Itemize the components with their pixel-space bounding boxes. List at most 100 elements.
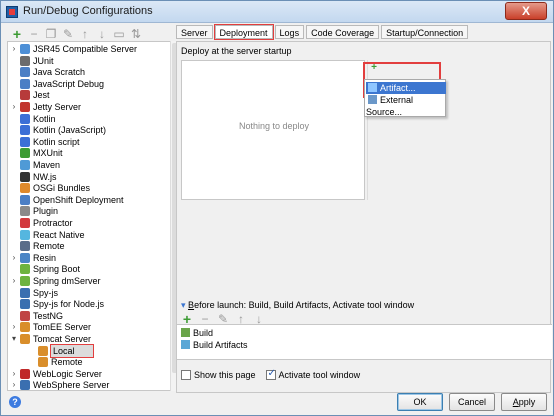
tomee-icon [20,322,30,333]
chevron-right-icon[interactable]: › [10,368,18,380]
tree-item[interactable]: OSGi Bundles [8,182,172,194]
copy-icon[interactable]: ❐ [45,28,57,40]
tab-code-coverage[interactable]: Code Coverage [306,25,380,39]
configurations-tree: › JSR45 Compatible Server JUnit Java Scratc… [7,41,173,391]
tree-item-label: OpenShift Deployment [33,194,124,205]
chevron-down-icon[interactable]: ▾ [10,333,18,345]
tree-item[interactable]: ▾ Tomcat Server [8,333,172,345]
sort-icon[interactable]: ⇅ [130,28,142,40]
tree-item[interactable]: › WebSphere Server [8,379,172,391]
tree-item[interactable]: › TomEE Server [8,321,172,333]
tree-item[interactable]: TestNG [8,310,172,322]
tree-item[interactable]: Jest [8,89,172,101]
tree-item-label: MXUnit [33,148,63,159]
before-launch-label: efore launch: Build, Build Artifacts, Ac… [194,300,415,310]
spring-boot-icon [20,264,30,275]
before-launch-header[interactable]: ▾ Before launch: Build, Build Artifacts,… [181,300,414,311]
show-page-checkbox-box[interactable] [181,369,191,380]
mxunit-icon [20,148,30,159]
popup-item[interactable]: Artifact... [366,82,446,94]
chevron-right-icon[interactable]: › [10,321,18,333]
chevron-right-icon[interactable]: › [10,275,18,287]
tree-item[interactable]: JUnit [8,55,172,67]
tab-deployment[interactable]: Deployment [213,24,274,40]
tomcat-icon [20,334,30,344]
server-icon [20,44,30,54]
tree-item[interactable]: Maven [8,159,172,171]
tab-startup-connection[interactable]: Startup/Connection [381,25,469,39]
tab-server[interactable]: Server [176,25,213,39]
chevron-right-icon[interactable]: › [10,43,18,55]
tree-item[interactable]: › JSR45 Compatible Server [8,43,172,55]
wrench-icon[interactable]: ✎ [62,28,74,40]
spyjs-node-icon [20,299,30,310]
tree-item[interactable]: Java Scratch [8,66,172,78]
tree-item-label: WebLogic Server [33,368,102,379]
popup-item[interactable]: External Source... [366,94,446,117]
tree-item-label: Maven [33,160,61,170]
cancel-button[interactable]: Cancel [449,393,495,411]
add-artifact-plus-icon[interactable]: + [369,63,379,73]
show-page-checkbox[interactable]: Show this page [181,369,256,381]
chevron-right-icon[interactable]: › [10,101,18,113]
tree-item[interactable]: Local [8,343,172,358]
help-icon[interactable]: ? [9,396,21,408]
activate-tool-checkbox-box[interactable] [265,368,276,380]
plus-icon[interactable]: + [11,27,23,41]
tree-item[interactable]: JavaScript Debug [8,78,172,90]
tree-item[interactable]: › Resin [8,252,172,264]
activate-tool-label: Activate tool window [278,370,361,380]
remote-icon [20,241,30,252]
apply-button[interactable]: Apply [501,393,547,411]
weblogic-icon [20,368,30,379]
minus-icon[interactable]: − [28,28,40,40]
tree-item[interactable]: Spring Boot [8,263,172,275]
jetty-icon [20,102,30,112]
tree-item-label: TestNG [33,310,64,321]
tree-item[interactable]: React Native [8,229,172,241]
before-launch-item[interactable]: Build [181,327,213,339]
tree-item[interactable]: Plugin [8,205,172,217]
tree-item-label: Protractor [33,218,73,228]
folder-icon[interactable]: ▭ [113,28,125,40]
close-button[interactable]: X [505,2,547,20]
kotlin-script-icon [20,136,30,147]
deploy-section-label: Deploy at the server startup [181,46,292,56]
arrow-up-icon[interactable]: ↑ [79,28,91,40]
tree-item[interactable]: Spy-js for Node.js [8,298,172,310]
tree-item-label: JSR45 Compatible Server [33,44,138,54]
before-launch-item[interactable]: Build Artifacts [181,339,248,351]
deployment-panel: Deploy at the server startup Nothing to … [176,41,552,393]
tree-item[interactable]: NW.js [8,171,172,183]
window-title: Run/Debug Configurations [23,5,153,17]
tree-item-label: NW.js [33,171,57,182]
run-debug-configurations-dialog: Run/Debug Configurations X + − ❐ ✎ ↑ ↓ ▭… [0,0,554,416]
tree-item[interactable]: Kotlin (JavaScript) [8,124,172,136]
spring-dm-icon [20,276,30,286]
build-artifacts-icon [181,340,190,349]
chevron-right-icon[interactable]: › [10,379,18,390]
tree-item[interactable]: Remote [8,356,172,368]
tab-strip: Server Deployment Logs Code Coverage Startup… [176,24,470,41]
tree-item[interactable]: Spy-js [8,287,172,299]
before-launch-list: Build Build Artifacts [177,324,552,360]
deploy-list[interactable]: Nothing to deploy [181,60,365,200]
spyjs-icon [20,287,30,298]
tree-item[interactable]: Kotlin [8,113,172,125]
activate-tool-checkbox[interactable]: Activate tool window [265,368,361,381]
ok-button[interactable]: OK [397,393,443,411]
tree-item[interactable]: › Spring dmServer [8,275,172,287]
tree-item[interactable]: Protractor [8,217,172,229]
kotlin-icon [20,113,30,124]
tree-item-label: WebSphere Server [33,380,110,391]
tab-logs[interactable]: Logs [274,25,305,39]
tree-item[interactable]: Kotlin script [8,136,172,148]
arrow-down-icon[interactable]: ↓ [96,28,108,40]
chevron-right-icon[interactable]: › [10,252,18,264]
popup-item-label: Artifact... [380,83,416,93]
tree-item[interactable]: OpenShift Deployment [8,194,172,206]
tree-item[interactable]: Remote [8,240,172,252]
tree-item[interactable]: › Jetty Server [8,101,172,113]
tree-item[interactable]: MXUnit [8,147,172,159]
tree-item[interactable]: › WebLogic Server [8,368,172,380]
